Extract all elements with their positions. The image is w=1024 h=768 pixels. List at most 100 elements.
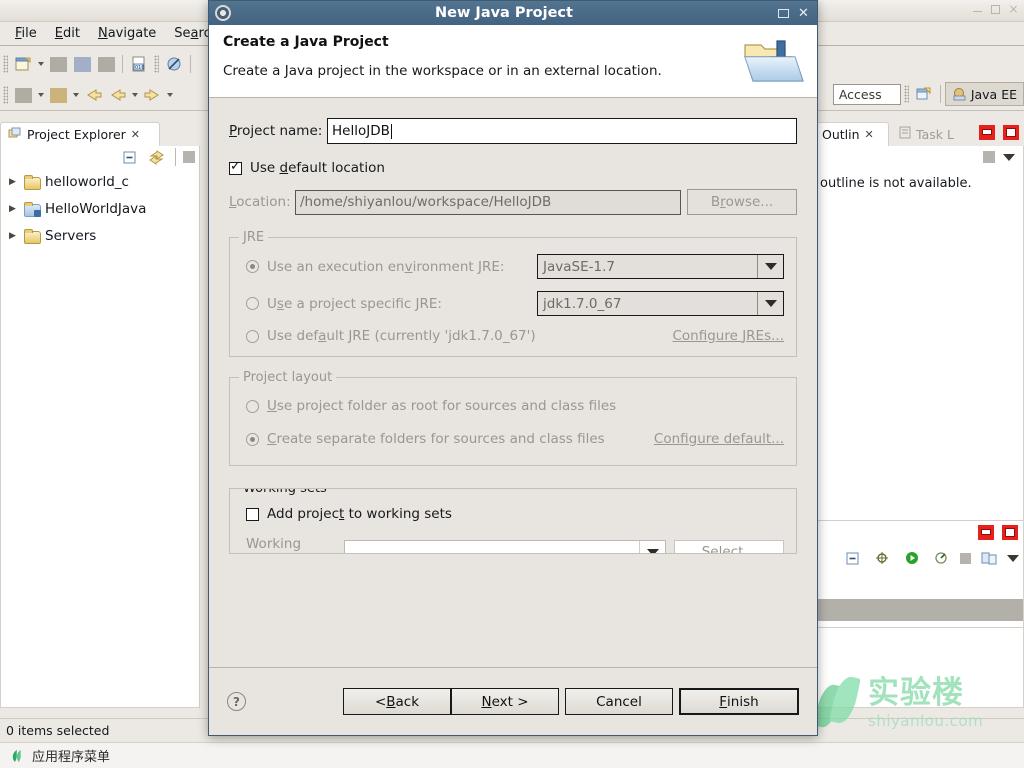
java-ee-perspective-icon [953, 88, 966, 101]
project-folder-root-row[interactable]: Use project folder as root for sources a… [246, 398, 784, 414]
debug-icon[interactable] [12, 84, 34, 106]
binary-file-icon[interactable]: 010 [128, 53, 150, 75]
collapse-all-icon[interactable] [841, 547, 863, 569]
project-specific-jre-radio[interactable] [246, 297, 259, 310]
expand-arrow-icon[interactable]: ▶ [9, 204, 19, 214]
add-to-working-sets-row[interactable]: Add project to working sets [246, 506, 784, 522]
tab-project-explorer[interactable]: Project Explorer ✕ [0, 122, 160, 146]
perspective-java-ee-button[interactable]: Java EE [944, 82, 1024, 106]
link-with-editor-icon[interactable] [145, 146, 167, 168]
working-sets-group: Working sets Add project to working sets… [229, 488, 797, 554]
publish-icon[interactable] [978, 547, 1000, 569]
run-dropdown-icon[interactable] [70, 84, 81, 106]
eclipse-window-controls[interactable]: × [971, 3, 1020, 16]
forward-icon[interactable] [141, 84, 163, 106]
project-specific-jre-row[interactable]: Use a project specific JRE: jdk1.7.0_67 [246, 291, 784, 316]
expand-arrow-icon[interactable]: ▶ [9, 231, 19, 241]
close-icon[interactable]: ✕ [865, 128, 874, 141]
back-icon[interactable] [106, 84, 128, 106]
toggle-breakpoint-icon[interactable] [163, 53, 185, 75]
expand-arrow-icon[interactable]: ▶ [9, 177, 19, 187]
debug-dropdown-icon[interactable] [35, 84, 46, 106]
list-item[interactable]: ▶ helloworld_c [1, 168, 199, 195]
list-item[interactable]: ▶ HelloWorldJava [1, 195, 199, 222]
shiyanlou-leaf-icon[interactable] [10, 749, 24, 763]
help-question-icon[interactable]: ? [227, 692, 246, 711]
forward-dropdown-icon[interactable] [164, 84, 175, 106]
maximize-panel-button[interactable] [1003, 125, 1019, 140]
eclipse-maximize-button[interactable] [989, 3, 1002, 16]
stop-server-icon[interactable] [960, 552, 971, 564]
view-menu-chevron-icon[interactable] [1003, 153, 1015, 161]
project-name-input[interactable]: HelloJDB [327, 118, 797, 144]
back-button[interactable]: < Back [343, 688, 451, 715]
add-to-working-sets-checkbox[interactable] [246, 507, 259, 521]
chevron-down-icon[interactable] [757, 292, 783, 315]
toolbar-grip[interactable] [3, 55, 8, 73]
separate-folders-row[interactable]: Create separate folders for sources and … [246, 431, 784, 447]
menu-edit-rest: dit [63, 26, 80, 41]
debug-server-icon[interactable] [871, 547, 893, 569]
menu-file[interactable]: File [6, 24, 46, 43]
eclipse-close-button[interactable]: × [1007, 3, 1020, 16]
save-all-icon[interactable] [71, 53, 93, 75]
new-wizard-icon[interactable] [12, 53, 34, 75]
execution-env-jre-radio[interactable] [246, 260, 259, 273]
eclipse-minimize-button[interactable] [971, 3, 984, 16]
outline-filter-icon[interactable] [983, 151, 995, 163]
chevron-down-icon[interactable] [757, 255, 783, 278]
toolbar-grip-3[interactable] [3, 86, 8, 104]
execution-env-jre-combo[interactable]: JavaSE-1.7 [537, 254, 784, 279]
taskbar-app-menu-label[interactable]: 应用程序菜单 [32, 746, 110, 765]
collapse-all-icon[interactable] [118, 146, 140, 168]
open-perspective-icon[interactable] [913, 83, 935, 105]
shiyanlou-watermark: 实验楼 shiyanlou.com [813, 668, 1018, 740]
execution-env-jre-row[interactable]: Use an execution environment JRE: JavaSE… [246, 254, 784, 279]
use-default-location-row[interactable]: Use default location [229, 160, 797, 176]
console-maximize-button[interactable] [1002, 525, 1018, 540]
save-icon[interactable] [47, 53, 69, 75]
cancel-button[interactable]: Cancel [565, 688, 673, 715]
back-history-icon[interactable] [82, 84, 104, 106]
tab-task-list[interactable]: Task L [893, 122, 967, 146]
quick-access-input[interactable]: Access [832, 83, 901, 105]
console-view-menu-icon[interactable] [1007, 554, 1019, 562]
project-folder-root-label: Use project folder as root for sources a… [267, 398, 617, 414]
view-menu-icon[interactable] [183, 151, 195, 163]
menu-navigate[interactable]: Navigate [89, 24, 165, 43]
project-folder-root-radio[interactable] [246, 399, 259, 413]
finish-button[interactable]: Finish [679, 688, 799, 715]
project-layout-group-body: Use project folder as root for sources a… [230, 378, 796, 465]
close-icon[interactable]: ✕ [131, 128, 140, 141]
dialog-close-button[interactable]: ✕ [798, 7, 811, 20]
profile-server-icon[interactable] [931, 547, 953, 569]
quick-access-grip[interactable] [903, 85, 909, 103]
use-default-location-checkbox[interactable] [229, 160, 242, 175]
menu-edit[interactable]: Edit [46, 24, 89, 43]
dialog-maximize-button[interactable] [777, 7, 790, 20]
tab-outline[interactable]: Outlin ✕ [815, 122, 889, 146]
new-wizard-dropdown-icon[interactable] [35, 53, 46, 75]
start-server-icon[interactable] [901, 547, 923, 569]
default-jre-row[interactable]: Use default JRE (currently 'jdk1.7.0_67'… [246, 328, 784, 344]
toolbar-grip-2[interactable] [154, 55, 159, 73]
location-value: /home/shiyanlou/workspace/HelloJDB [300, 194, 552, 210]
c-project-folder-icon [24, 174, 41, 190]
configure-jres-link-rest: REs... [746, 328, 784, 344]
desktop-taskbar: 应用程序菜单 [0, 742, 1024, 768]
console-minimize-button[interactable] [978, 525, 994, 540]
minimize-panel-button[interactable] [979, 125, 995, 140]
back-dropdown-icon[interactable] [129, 84, 140, 106]
run-icon[interactable] [47, 84, 69, 106]
next-button[interactable]: Next > [451, 688, 559, 715]
project-specific-jre-combo[interactable]: jdk1.7.0_67 [537, 291, 784, 316]
print-icon[interactable] [95, 53, 117, 75]
execution-env-jre-label-rest: ironment JRE: [412, 258, 505, 275]
list-item[interactable]: ▶ Servers [1, 222, 199, 249]
default-jre-radio[interactable] [246, 329, 259, 343]
console-scrollbar[interactable] [814, 599, 1023, 621]
separate-folders-radio[interactable] [246, 432, 259, 446]
working-sets-group-body: Add project to working sets Working sets… [230, 489, 796, 553]
dialog-titlebar[interactable]: New Java Project ✕ [209, 1, 817, 25]
status-text: 0 items selected [6, 723, 110, 738]
